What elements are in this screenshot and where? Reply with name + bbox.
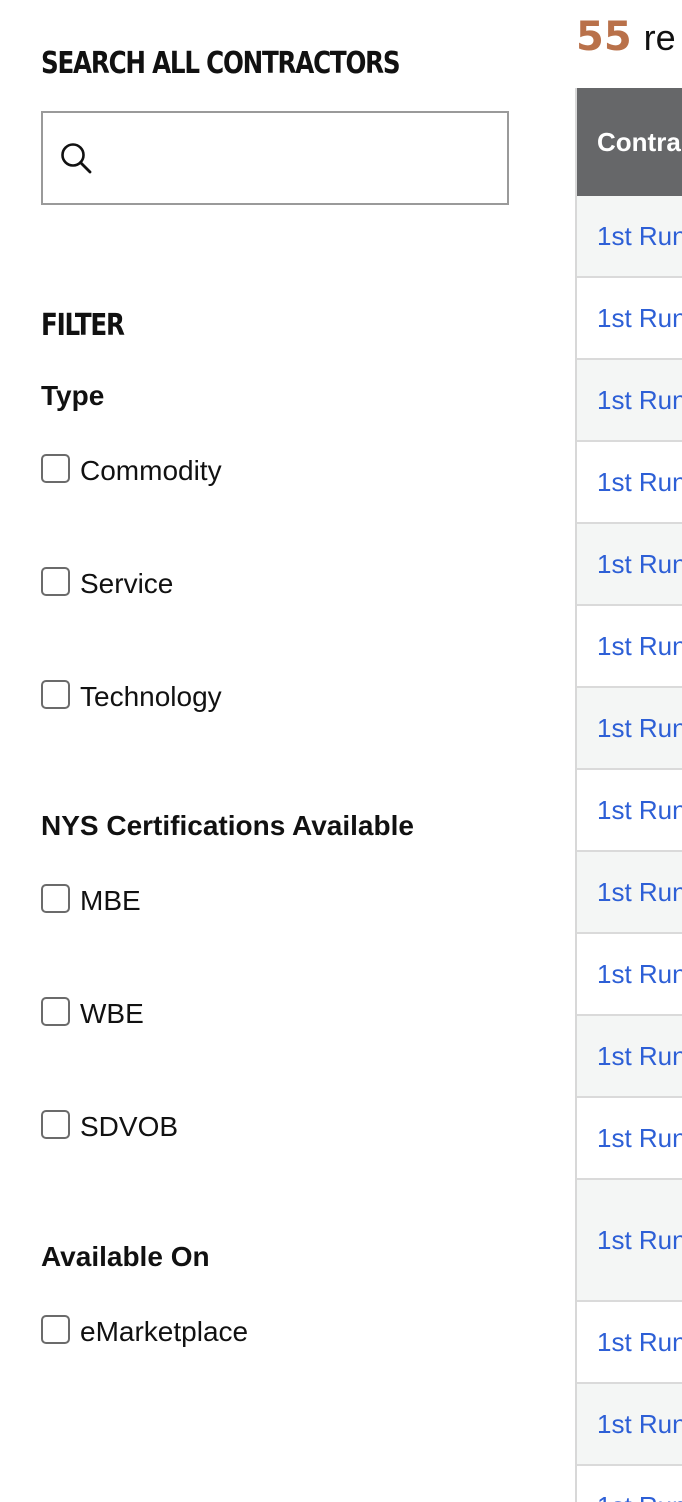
contractor-link[interactable]: 1st Run (597, 467, 682, 498)
wbe-label: WBE (80, 998, 144, 1029)
table-row: 1st Run (577, 1384, 682, 1466)
filter-option-technology[interactable]: Technology (41, 679, 222, 713)
filter-group-type-title: Type (41, 380, 105, 411)
table-row: 1st Run (577, 1098, 682, 1180)
sdvob-label: SDVOB (80, 1111, 179, 1142)
table-row: 1st Run (577, 524, 682, 606)
table-row: 1st Run (577, 688, 682, 770)
emarketplace-checkbox[interactable] (41, 1314, 70, 1344)
contractor-link[interactable]: 1st Run (597, 1123, 682, 1154)
table-row: 1st Run (577, 1180, 682, 1302)
filter-option-sdvob[interactable]: SDVOB (41, 1109, 179, 1143)
results-count-number: 55 (576, 14, 632, 60)
filter-group-certifications-title: NYS Certifications Available (41, 810, 414, 841)
column-header-contractor[interactable]: Contra (577, 88, 682, 196)
results-count-label: re (643, 17, 676, 58)
mbe-checkbox[interactable] (41, 883, 70, 913)
search-icon (61, 143, 92, 174)
table-row: 1st Run (577, 606, 682, 688)
filter-option-service[interactable]: Service (41, 566, 174, 600)
contractor-link[interactable]: 1st Run (597, 1327, 682, 1358)
table-row: 1st Run (577, 1466, 682, 1502)
technology-checkbox[interactable] (41, 679, 70, 709)
table-row: 1st Run (577, 360, 682, 442)
search-heading: SEARCH ALL CONTRACTORS (41, 46, 401, 81)
contractor-link[interactable]: 1st Run (597, 631, 682, 662)
contractor-link[interactable]: 1st Run (597, 221, 682, 252)
filter-group-available-on-title: Available On (41, 1241, 210, 1272)
contractor-link[interactable]: 1st Run (597, 713, 682, 744)
technology-label: Technology (80, 681, 222, 712)
filter-option-wbe[interactable]: WBE (41, 996, 144, 1030)
filter-heading: FILTER (41, 308, 125, 343)
filter-option-mbe[interactable]: MBE (41, 883, 141, 917)
contractor-link[interactable]: 1st Run (597, 1491, 682, 1502)
contractor-link[interactable]: 1st Run (597, 303, 682, 334)
table-row: 1st Run (577, 852, 682, 934)
table-row: 1st Run (577, 1016, 682, 1098)
commodity-checkbox[interactable] (41, 453, 70, 483)
filter-option-commodity[interactable]: Commodity (41, 453, 222, 487)
table-row: 1st Run (577, 1302, 682, 1384)
table-row: 1st Run (577, 770, 682, 852)
contractor-link[interactable]: 1st Run (597, 795, 682, 826)
commodity-label: Commodity (80, 455, 222, 486)
mbe-label: MBE (80, 885, 141, 916)
contractor-link[interactable]: 1st Run (597, 1409, 682, 1440)
search-box[interactable] (41, 111, 509, 205)
wbe-checkbox[interactable] (41, 996, 70, 1026)
contractor-link[interactable]: 1st Run (597, 959, 682, 990)
contractor-link[interactable]: 1st Run (597, 1041, 682, 1072)
contractor-link[interactable]: 1st Run (597, 877, 682, 908)
sdvob-checkbox[interactable] (41, 1109, 70, 1139)
table-row: 1st Run (577, 442, 682, 524)
results-table: Contra 1st Run 1st Run 1st Run 1st Run 1… (575, 88, 682, 1502)
emarketplace-label: eMarketplace (80, 1316, 249, 1347)
service-label: Service (80, 568, 174, 599)
contractor-link[interactable]: 1st Run (597, 385, 682, 416)
filter-option-emarketplace[interactable]: eMarketplace (41, 1314, 249, 1348)
results-rows: 1st Run 1st Run 1st Run 1st Run 1st Run … (577, 196, 682, 1502)
table-row: 1st Run (577, 196, 682, 278)
service-checkbox[interactable] (41, 566, 70, 596)
table-row: 1st Run (577, 278, 682, 360)
contractor-link[interactable]: 1st Run (597, 1225, 682, 1256)
results-count: 55 re (576, 14, 676, 60)
table-row: 1st Run (577, 934, 682, 1016)
contractor-link[interactable]: 1st Run (597, 549, 682, 580)
search-input[interactable] (105, 123, 497, 193)
